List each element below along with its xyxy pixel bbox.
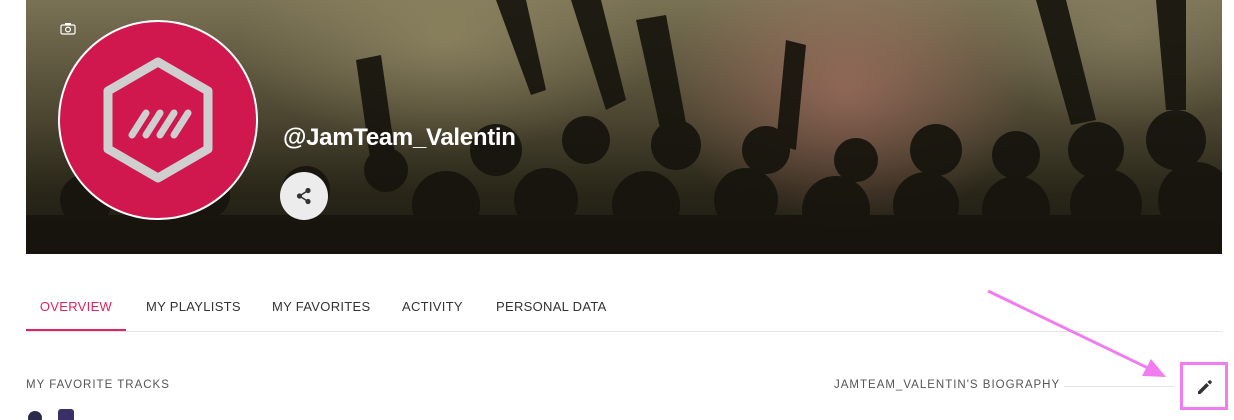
profile-tabs: OVERVIEW MY PLAYLISTS MY FAVORITES ACTIV… bbox=[26, 284, 1222, 332]
tab-activity[interactable]: ACTIVITY bbox=[402, 284, 463, 331]
biography-divider bbox=[1064, 386, 1174, 387]
hexagon-stripes-logo bbox=[103, 57, 213, 183]
share-icon bbox=[296, 187, 311, 205]
tab-personal-data[interactable]: PERSONAL DATA bbox=[496, 284, 606, 331]
pencil-icon bbox=[1198, 380, 1212, 394]
track-thumbnail[interactable] bbox=[58, 409, 74, 420]
camera-icon[interactable] bbox=[60, 22, 76, 35]
tab-my-favorites[interactable]: MY FAVORITES bbox=[272, 284, 370, 331]
tab-my-playlists[interactable]: MY PLAYLISTS bbox=[146, 284, 241, 331]
edit-biography-button[interactable] bbox=[1180, 362, 1228, 410]
track-thumbnail[interactable] bbox=[28, 411, 42, 420]
profile-avatar[interactable] bbox=[58, 20, 258, 220]
favorite-tracks-heading: MY FAVORITE TRACKS bbox=[26, 379, 170, 391]
tab-overview[interactable]: OVERVIEW bbox=[26, 284, 126, 331]
profile-username: @JamTeam_Valentin bbox=[283, 124, 516, 151]
share-button[interactable] bbox=[280, 172, 328, 220]
biography-heading: JAMTEAM_VALENTIN'S BIOGRAPHY bbox=[834, 379, 1061, 391]
